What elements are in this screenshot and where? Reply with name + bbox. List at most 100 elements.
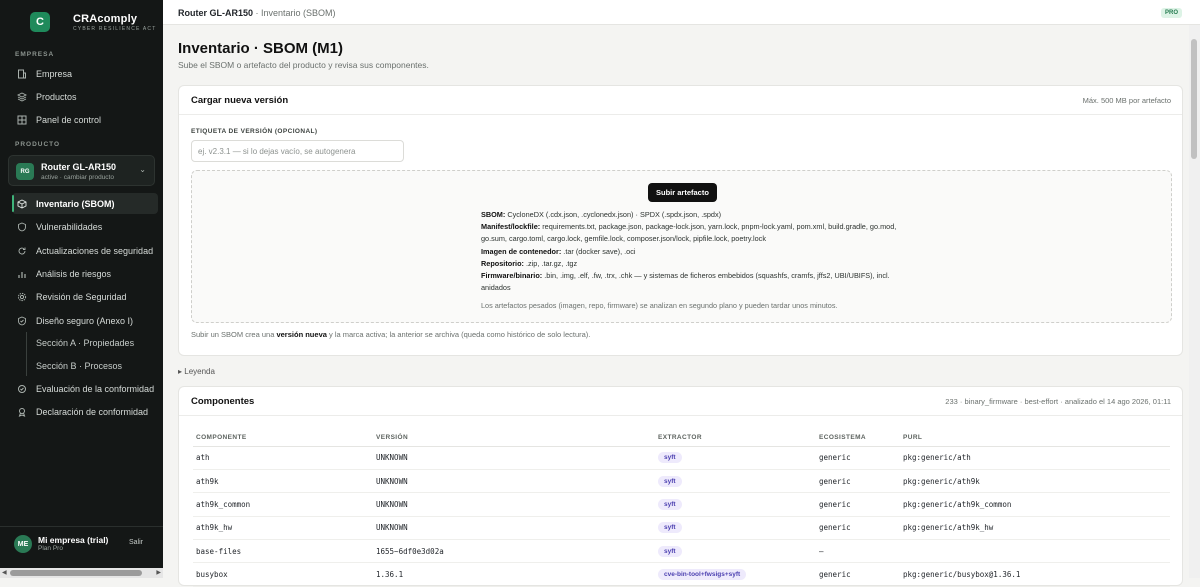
product-name: Router GL-AR150 (41, 162, 117, 172)
vertical-scrollbar-thumb[interactable] (1191, 39, 1197, 159)
product-switcher[interactable]: RG Router GL-AR150 active · cambiar prod… (8, 155, 155, 186)
sidebar-item-actualizaciones[interactable]: Actualizaciones de seguridad (12, 240, 158, 261)
sidebar-item-panel[interactable]: Panel de control (12, 109, 158, 130)
table-row[interactable]: busybox 1.36.1 cve-bin-tool+fwsigs+syft … (193, 562, 1170, 587)
sidebar-item-label: Panel de control (36, 114, 102, 125)
sidebar-item-declaracion[interactable]: Declaración de conformidad (12, 401, 158, 422)
cell-name: ath9k_common (193, 492, 373, 517)
table-row[interactable]: ath9k_hw UNKNOWN syft generic pkg:generi… (193, 516, 1170, 541)
cell-version: 1655~6df0e3d02a (373, 539, 655, 564)
cell-extractor: cve-bin-tool+fwsigs+syft (655, 562, 816, 587)
sidebar-item-productos[interactable]: Productos (12, 86, 158, 107)
format-repo: Repositorio: .zip, .tar.gz, .tgz (481, 258, 578, 268)
tree-line (26, 332, 27, 376)
cell-name: busybox (193, 562, 373, 587)
sidebar-item-revision[interactable]: Revisión de Seguridad (12, 286, 158, 307)
shield-icon (16, 221, 28, 233)
cell-extractor: syft (655, 516, 816, 541)
cell-ecosystem: — (816, 539, 900, 564)
sidebar-subitem-seccion-a[interactable]: Sección A · Propiedades (36, 338, 134, 348)
extractor-pill: syft (658, 522, 682, 534)
cell-name: ath9k_hw (193, 516, 373, 541)
table-row[interactable]: ath9k UNKNOWN syft generic pkg:generic/a… (193, 469, 1170, 494)
cell-name: ath (193, 446, 373, 470)
extractor-pill: cve-bin-tool+fwsigs+syft (658, 569, 747, 581)
chevron-down-icon: ⌄ (139, 165, 146, 174)
avatar[interactable]: ME (14, 535, 32, 553)
background-analysis-note: Los artefactos pesados (imagen, repo, fi… (481, 301, 838, 311)
section-label-company: EMPRESA (15, 51, 55, 58)
col-version[interactable]: VERSIÓN (373, 429, 655, 447)
table-row[interactable]: ath UNKNOWN syft generic pkg:generic/ath (193, 446, 1170, 470)
sidebar-item-label: Análisis de riesgos (36, 268, 112, 279)
sidebar-item-empresa[interactable]: Empresa (12, 63, 158, 84)
gear-icon (16, 291, 28, 303)
cell-ecosystem: generic (816, 492, 900, 517)
cell-version: UNKNOWN (373, 492, 655, 517)
cell-ecosystem: generic (816, 516, 900, 541)
topbar: Router GL-AR150 · Inventario (SBOM) PRO (163, 0, 1200, 25)
logout-button[interactable]: Salir (129, 539, 143, 546)
table-row[interactable]: base-files 1655~6df0e3d02a syft — (193, 539, 1170, 564)
max-size-note: Máx. 500 MB por artefacto (1082, 96, 1171, 105)
horizontal-scrollbar[interactable]: ◀ ▶ (0, 568, 163, 578)
cell-version: UNKNOWN (373, 469, 655, 494)
sidebar-item-diseno[interactable]: Diseño seguro (Anexo I) (12, 310, 158, 331)
brand[interactable]: C CRAcomply CYBER RESILIENCE ACT (30, 12, 156, 32)
col-ecosistema[interactable]: ECOSISTEMA (816, 429, 900, 447)
upload-artifact-button[interactable]: Subir artefacto (648, 183, 717, 202)
extractor-pill: syft (658, 545, 682, 557)
upload-card: Cargar nueva versión Máx. 500 MB por art… (178, 85, 1183, 356)
sidebar-item-label: Vulnerabilidades (36, 221, 103, 232)
format-container: Imagen de contenedor: .tar (docker save)… (481, 246, 636, 256)
sidebar-item-label: Evaluación de la conformidad (36, 383, 155, 394)
ribbon-icon (16, 406, 28, 418)
format-sbom: SBOM: CycloneDX (.cdx.json, .cyclonedx.j… (481, 210, 722, 219)
product-badge: RG (16, 163, 34, 180)
breadcrumb: Router GL-AR150 · Inventario (SBOM) (178, 8, 336, 18)
product-status: active · cambiar producto (41, 174, 114, 181)
cell-purl: pkg:generic/ath9k (900, 469, 1170, 494)
table-row[interactable]: ath9k_common UNKNOWN syft generic pkg:ge… (193, 492, 1170, 517)
col-purl[interactable]: PURL (900, 429, 1170, 447)
sidebar-subitem-seccion-b[interactable]: Sección B · Procesos (36, 361, 122, 371)
page-subtitle: Sube el SBOM o artefacto del producto y … (178, 60, 429, 70)
col-componente[interactable]: COMPONENTE (193, 429, 373, 447)
brand-tagline: CYBER RESILIENCE ACT (73, 25, 157, 32)
table-header: COMPONENTE VERSIÓN EXTRACTOR ECOSISTEMA … (193, 429, 1170, 447)
components-table: COMPONENTE VERSIÓN EXTRACTOR ECOSISTEMA … (193, 429, 1170, 587)
sidebar-item-inventario[interactable]: Inventario (SBOM) (12, 193, 158, 214)
upload-card-title: Cargar nueva versión (191, 95, 289, 106)
version-input[interactable] (191, 140, 404, 162)
legend-toggle[interactable]: ▸ Leyenda (178, 367, 215, 376)
sidebar-item-evaluacion[interactable]: Evaluación de la conformidad (12, 378, 158, 399)
sidebar-item-vulnerabilidades[interactable]: Vulnerabilidades (12, 216, 158, 237)
cell-extractor: syft (655, 469, 816, 494)
cell-purl: pkg:generic/ath9k_common (900, 492, 1170, 517)
upload-hint: Subir un SBOM crea una versión nueva y l… (191, 330, 591, 339)
cell-version: UNKNOWN (373, 446, 655, 470)
plan-badge: PRO (1160, 8, 1182, 18)
breadcrumb-product[interactable]: Router GL-AR150 (178, 8, 253, 18)
upload-dropzone[interactable]: Subir artefacto SBOM: CycloneDX (.cdx.js… (191, 170, 1172, 323)
refresh-icon (16, 245, 28, 257)
scroll-left-icon[interactable]: ◀ (2, 569, 7, 576)
cell-purl: pkg:generic/ath (900, 446, 1170, 470)
sidebar-item-label: Revisión de Seguridad (36, 291, 127, 302)
building-icon (16, 68, 28, 80)
cell-name: base-files (193, 539, 373, 564)
user-name: Mi empresa (trial) (38, 535, 109, 545)
cell-name: ath9k (193, 469, 373, 494)
cell-extractor: syft (655, 539, 816, 564)
sidebar-item-label: Declaración de conformidad (36, 406, 149, 417)
sidebar-item-label: Empresa (36, 68, 73, 79)
cell-ecosystem: generic (816, 446, 900, 470)
cell-purl (900, 539, 1170, 564)
components-title: Componentes (191, 396, 255, 407)
scroll-right-icon[interactable]: ▶ (156, 569, 161, 576)
scrollbar-thumb[interactable] (10, 570, 142, 576)
table-body: ath UNKNOWN syft generic pkg:generic/ath… (193, 446, 1170, 587)
col-extractor[interactable]: EXTRACTOR (655, 429, 816, 447)
vertical-scrollbar[interactable] (1189, 25, 1200, 578)
sidebar-item-analisis[interactable]: Análisis de riesgos (12, 263, 158, 284)
